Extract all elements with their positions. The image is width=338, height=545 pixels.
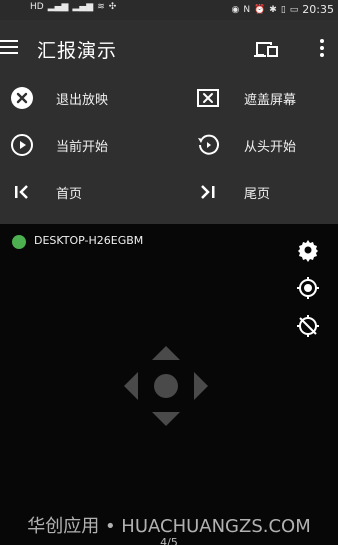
start-from-beginning-label: 从头开始 [244,139,297,155]
device-status-dot [12,235,26,249]
start-current-label: 当前开始 [56,139,109,155]
battery-icon: ▭ [289,4,299,15]
status-time: 20:35 [302,3,334,16]
last-page-label: 尾页 [244,186,271,202]
status-bar: HD ▂▄▆ ▂▄▆ ≋ ✣ ◉ N ⏰ ✱ ▯ ▭ 20:35 [0,0,338,20]
page-indicator: 4/5 [160,536,178,545]
target-icon[interactable] [296,276,320,300]
alarm-icon: ⏰ [254,4,266,15]
settings-icon[interactable] [296,238,320,262]
play-circle-icon [11,134,33,156]
exit-slideshow-label: 退出放映 [56,92,109,108]
start-from-beginning-button[interactable]: 从头开始 [196,125,296,165]
bluetooth-icon: ✱ [269,4,277,15]
dpad-left-arrow [124,372,138,400]
app-bar: 汇报演示 [0,20,338,76]
skip-first-icon [15,185,28,199]
usb-icon: ✣ [108,2,117,12]
hd-icon: HD [30,2,44,12]
signal-icon-2: ▂▄▆ [72,2,94,12]
dpad-right-arrow [194,372,208,400]
first-page-label: 首页 [56,186,83,202]
dpad-center-button [154,374,178,398]
exit-slideshow-button[interactable]: 退出放映 [10,78,108,118]
menu-icon[interactable] [0,40,18,56]
wifi-icon: ≋ [97,2,105,12]
replay-icon [198,134,219,155]
watermark: 华创应用 • HUACHUANGZS.COM [27,516,311,537]
cover-screen-button[interactable]: 遮盖屏幕 [196,78,296,118]
dpad-up-arrow [152,346,180,360]
first-page-button[interactable]: 首页 [10,172,82,212]
slideshow-controls: 退出放映 遮盖屏幕 当前开始 从头开始 首页 尾页 [0,76,338,224]
dpad-down-arrow [152,412,180,426]
more-vert-icon[interactable] [320,39,326,59]
start-current-button[interactable]: 当前开始 [10,125,108,165]
target-off-icon[interactable] [296,314,320,338]
vibrate-icon: ▯ [280,4,286,15]
nfc-icon: N [243,4,251,15]
dpad-control[interactable] [120,342,212,430]
skip-last-icon [201,185,215,199]
remote-screen[interactable]: DESKTOP-H26EGBM 华创应用 • HUACHUANGZS.COM 4… [0,224,338,545]
status-right-indicators: ◉ N ⏰ ✱ ▯ ▭ 20:35 [231,3,334,16]
eye-icon: ◉ [231,4,240,15]
signal-icon: ▂▄▆ [47,2,69,12]
app-title: 汇报演示 [37,40,118,62]
cover-screen-label: 遮盖屏幕 [244,92,297,108]
status-left-indicators: HD ▂▄▆ ▂▄▆ ≋ ✣ [30,2,116,12]
last-page-button[interactable]: 尾页 [196,172,270,212]
cover-screen-icon [197,89,219,107]
device-name: DESKTOP-H26EGBM [34,234,144,247]
close-circle-icon [11,87,33,109]
cast-icon[interactable] [253,40,279,58]
